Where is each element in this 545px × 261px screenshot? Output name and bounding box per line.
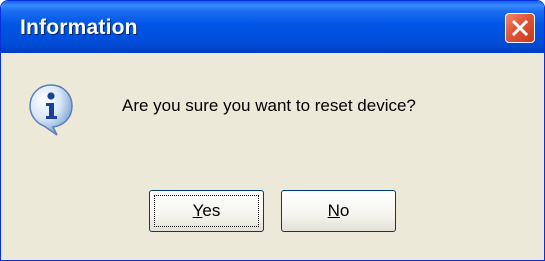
dialog-body: Are you sure you want to reset device? Y…	[1, 53, 544, 260]
dialog-window: Information Are you sure you want to res…	[0, 0, 545, 261]
info-icon	[29, 84, 73, 136]
dialog-message: Are you sure you want to reset device?	[122, 96, 416, 115]
no-label-rest: o	[339, 201, 350, 220]
yes-label-rest: es	[202, 201, 221, 220]
yes-mnemonic: Y	[192, 201, 203, 220]
close-icon	[511, 19, 529, 37]
no-button[interactable]: No	[281, 190, 396, 232]
title-bar[interactable]: Information	[1, 1, 544, 53]
yes-button[interactable]: Yes	[149, 190, 264, 232]
no-mnemonic: N	[327, 201, 340, 220]
yes-button-label: Yes	[193, 201, 221, 221]
no-button-label: No	[328, 201, 350, 221]
close-button[interactable]	[505, 13, 535, 43]
window-title: Information	[20, 16, 138, 39]
